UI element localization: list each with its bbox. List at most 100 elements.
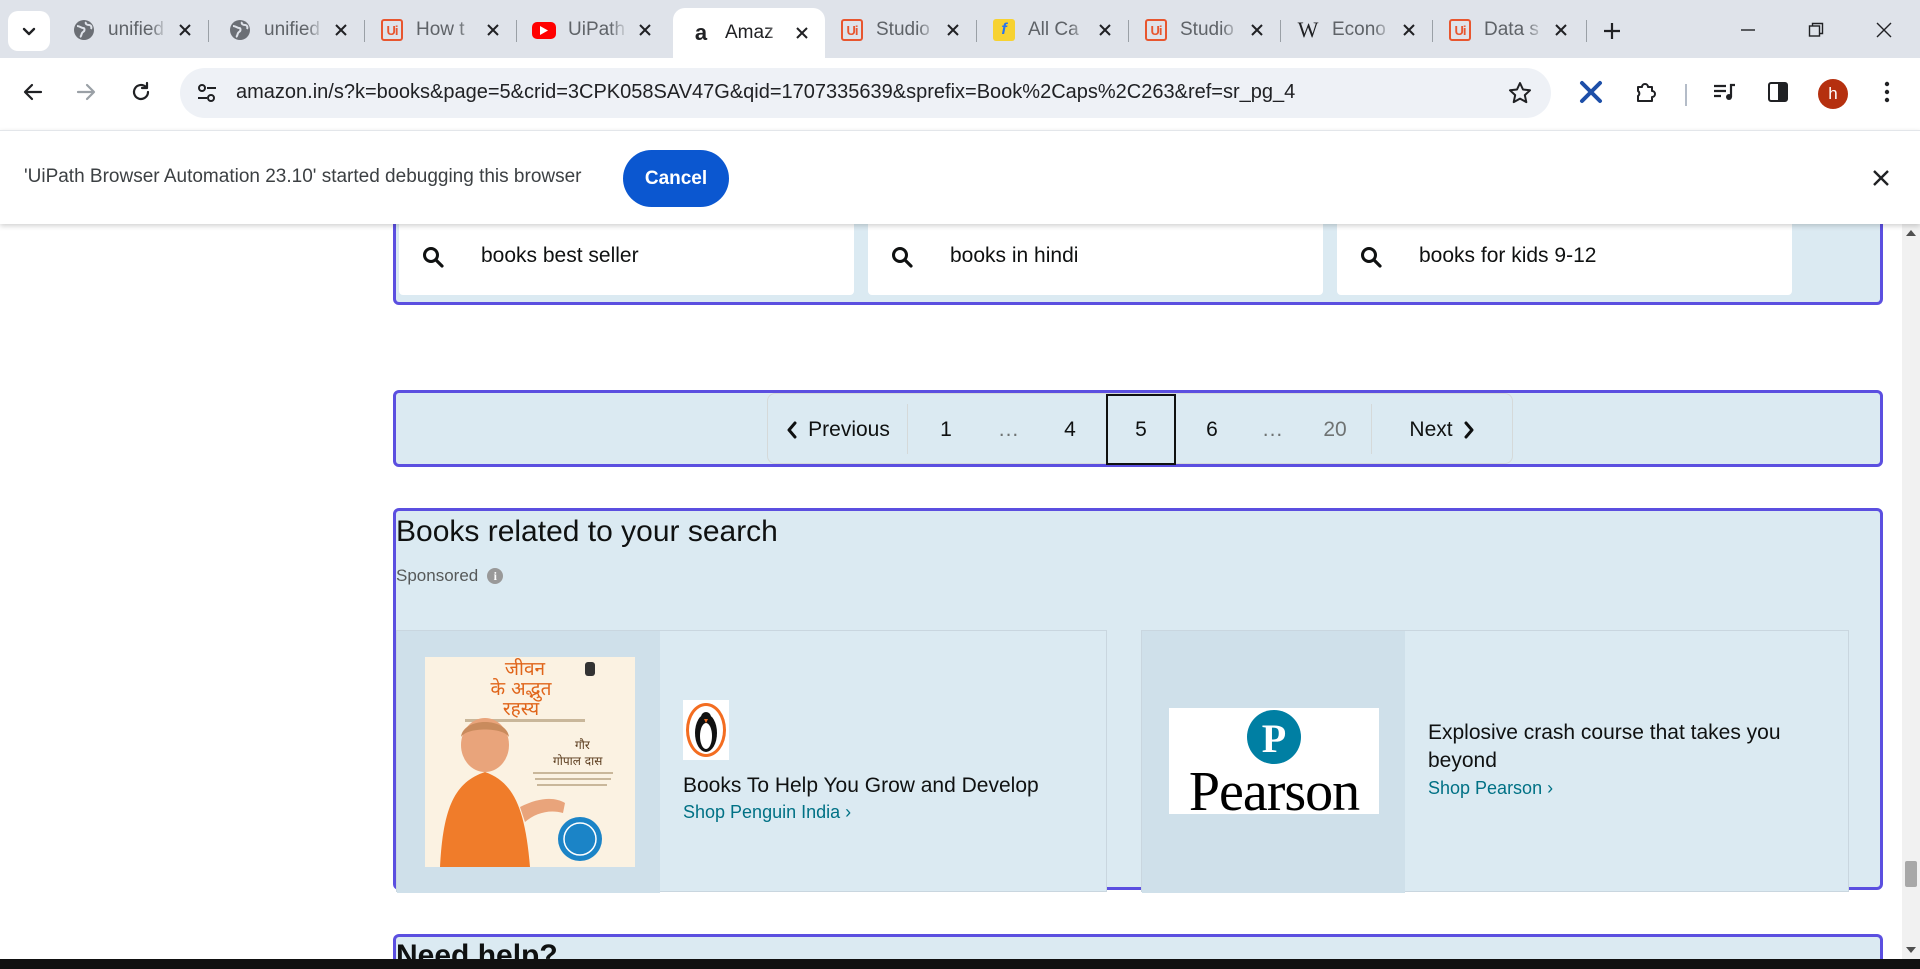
related-search-item[interactable]: books in hindi — [868, 224, 1323, 295]
scroll-up-arrow[interactable] — [1902, 224, 1920, 242]
media-queue-icon — [1714, 83, 1735, 100]
tab-title: Studio — [1180, 19, 1234, 40]
tab-10[interactable]: Ui Data s — [1432, 8, 1584, 52]
pagination-card: Previous 1 ... 4 5 6 ... 20 Next — [393, 390, 1883, 467]
next-label: Next — [1409, 417, 1453, 441]
section-heading: Books related to your search — [396, 515, 778, 548]
uipath-extension-button[interactable] — [1571, 72, 1611, 112]
book-cover-panel: जीवन के अद्भुत रहस्य गौर गोपाल दास — [397, 631, 660, 893]
pagination: Previous 1 ... 4 5 6 ... 20 Next — [767, 393, 1513, 465]
next-page-button[interactable]: Next — [1372, 394, 1512, 465]
related-searches-card: books best seller books in hindi books f… — [393, 224, 1883, 305]
uipath-icon: Ui — [840, 18, 864, 42]
amazon-icon: a — [694, 20, 708, 45]
reload-icon — [132, 81, 150, 101]
page-4-link[interactable]: 4 — [1034, 394, 1106, 465]
previous-page-button[interactable]: Previous — [768, 394, 908, 465]
restore-button[interactable] — [1786, 12, 1846, 48]
info-icon[interactable]: i — [487, 568, 504, 584]
shop-link[interactable]: Shop Penguin India › — [683, 802, 851, 823]
close-icon[interactable] — [1550, 19, 1572, 41]
minimize-icon — [1741, 29, 1755, 31]
search-icon — [892, 247, 913, 268]
close-icon[interactable] — [482, 19, 504, 41]
tab-8[interactable]: Ui Studio — [1128, 8, 1280, 52]
toolbar-divider — [1685, 84, 1687, 106]
related-search-text: books in hindi — [950, 244, 1079, 267]
close-icon[interactable] — [174, 19, 196, 41]
browser-toolbar: amazon.in/s?k=books&page=5&crid=3CPK058S… — [0, 58, 1920, 130]
shop-link[interactable]: Shop Pearson › — [1428, 778, 1553, 799]
related-search-item[interactable]: books best seller — [399, 224, 854, 295]
penguin-logo-icon[interactable] — [683, 700, 729, 760]
minimize-button[interactable] — [1718, 12, 1778, 48]
page-scrollbar[interactable] — [1902, 224, 1920, 959]
tab-title: Econo — [1332, 19, 1386, 40]
close-icon[interactable] — [634, 19, 656, 41]
tab-title: Amaz — [725, 22, 774, 43]
tab-strip: unified unified Ui How t UiPath a Amaz U… — [0, 0, 1920, 58]
new-tab-button[interactable] — [1595, 14, 1629, 48]
tab-5-active[interactable]: a Amaz — [673, 8, 825, 58]
puzzle-icon — [1637, 83, 1656, 102]
forward-button[interactable] — [66, 72, 106, 112]
tab-title: UiPath — [568, 19, 626, 40]
menu-button[interactable] — [1867, 72, 1907, 112]
scroll-down-arrow[interactable] — [1902, 941, 1920, 959]
page-20-label: 20 — [1298, 394, 1372, 465]
close-icon[interactable] — [1094, 19, 1116, 41]
page-1-link[interactable]: 1 — [908, 394, 984, 465]
sponsored-ad-pearson[interactable]: P Pearson Explosive crash course that ta… — [1141, 630, 1849, 893]
brand-logo-panel: P Pearson — [1142, 631, 1405, 893]
close-icon[interactable] — [942, 19, 964, 41]
close-icon — [1876, 22, 1892, 38]
tab-9[interactable]: W Econo — [1280, 8, 1432, 52]
previous-label: Previous — [808, 417, 890, 441]
infobar-message: 'UiPath Browser Automation 23.10' starte… — [24, 166, 582, 187]
close-icon[interactable] — [791, 22, 813, 44]
sponsored-label[interactable]: Sponsored i — [396, 566, 504, 586]
site-settings-icon[interactable] — [192, 79, 222, 107]
flipkart-icon: f — [992, 18, 1016, 42]
tab-2[interactable]: unified — [212, 8, 364, 52]
page-content: books best seller books in hindi books f… — [0, 224, 1902, 959]
scrollbar-thumb[interactable] — [1905, 861, 1917, 887]
tab-search-button[interactable] — [8, 11, 50, 51]
cancel-button[interactable]: Cancel — [623, 150, 729, 207]
page-6-link[interactable]: 6 — [1176, 394, 1248, 465]
bookmark-star-icon[interactable] — [1507, 80, 1533, 106]
tab-4[interactable]: UiPath — [516, 8, 668, 52]
ad-headline[interactable]: Books To Help You Grow and Develop — [683, 772, 1039, 800]
close-icon[interactable] — [330, 19, 352, 41]
sponsored-ad-penguin[interactable]: जीवन के अद्भुत रहस्य गौर गोपाल दास Books… — [396, 630, 1107, 893]
book-cover-image[interactable]: जीवन के अद्भुत रहस्य गौर गोपाल दास — [425, 657, 635, 867]
svg-text:गौर: गौर — [575, 738, 591, 752]
tab-separator — [1586, 20, 1587, 42]
tab-3[interactable]: Ui How t — [364, 8, 516, 52]
reload-button[interactable] — [121, 72, 161, 112]
tab-6[interactable]: Ui Studio — [824, 8, 976, 52]
svg-text:गोपाल दास: गोपाल दास — [553, 754, 603, 768]
svg-text:P: P — [1262, 716, 1286, 761]
tab-7[interactable]: f All Ca — [976, 8, 1128, 52]
back-button[interactable] — [13, 72, 53, 112]
pearson-logo[interactable]: P Pearson — [1169, 708, 1379, 814]
close-window-button[interactable] — [1854, 12, 1914, 48]
close-icon[interactable] — [1246, 19, 1268, 41]
ad-headline[interactable]: Explosive crash course that takes you be… — [1428, 719, 1828, 775]
profile-avatar[interactable]: h — [1818, 79, 1848, 109]
infobar-close-button[interactable] — [1866, 163, 1896, 193]
tab-title: Data s — [1484, 19, 1539, 40]
side-panel-button[interactable] — [1758, 72, 1798, 112]
media-control-button[interactable] — [1704, 72, 1744, 112]
tab-1[interactable]: unified — [56, 8, 208, 52]
related-search-item[interactable]: books for kids 9-12 — [1337, 224, 1792, 295]
tab-separator — [208, 20, 209, 42]
related-search-text: books for kids 9-12 — [1419, 244, 1597, 267]
pagination-ellipsis: ... — [998, 417, 1020, 441]
extensions-button[interactable] — [1626, 72, 1666, 112]
address-bar[interactable]: amazon.in/s?k=books&page=5&crid=3CPK058S… — [180, 68, 1551, 118]
chevron-down-icon — [22, 27, 36, 36]
tab-title: How t — [416, 19, 465, 40]
close-icon[interactable] — [1398, 19, 1420, 41]
